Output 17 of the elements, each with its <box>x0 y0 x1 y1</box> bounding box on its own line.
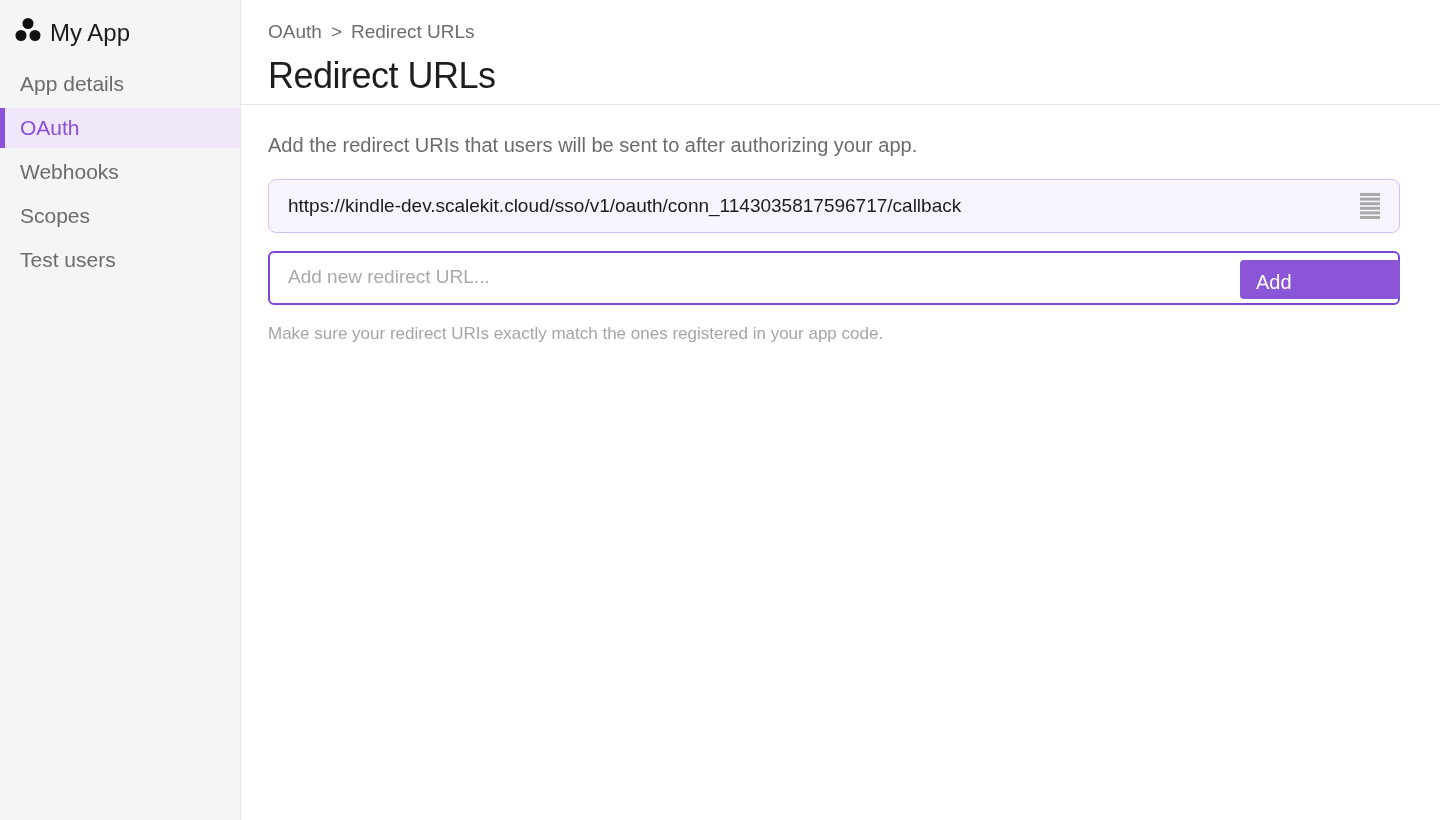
sidebar-item[interactable]: OAuth <box>0 108 240 148</box>
sidebar-item[interactable]: Webhooks <box>0 152 240 192</box>
new-url-input-field[interactable]: Add new redirect URL... Add <box>268 251 1400 305</box>
page-description: Add the redirect URIs that users will be sent to after authorizing your app. <box>268 133 919 158</box>
sidebar-item[interactable]: Scopes <box>0 196 240 236</box>
three-dots-logo-icon <box>15 17 41 41</box>
breadcrumb-current: Redirect URLs <box>351 20 475 44</box>
sidebar-item[interactable]: App details <box>0 64 240 104</box>
redirect-url: https://kindle-dev.scalekit.cloud/sso/v1/oauth/conn_1143035817596717/callback <box>288 195 962 217</box>
breadcrumb-link[interactable]: OAuth <box>268 20 322 44</box>
page-title: Redirect URLs <box>268 54 497 98</box>
app-name: My App <box>50 18 131 48</box>
stacked-lines-icon[interactable] <box>1360 193 1380 219</box>
hint-text: Make sure your redirect URIs exactly match the ones registered in your app code. <box>268 323 885 345</box>
add-button[interactable]: Add <box>1240 260 1400 299</box>
sidebar-item[interactable]: Test users <box>0 240 240 280</box>
breadcrumb-separator: > <box>330 20 342 44</box>
